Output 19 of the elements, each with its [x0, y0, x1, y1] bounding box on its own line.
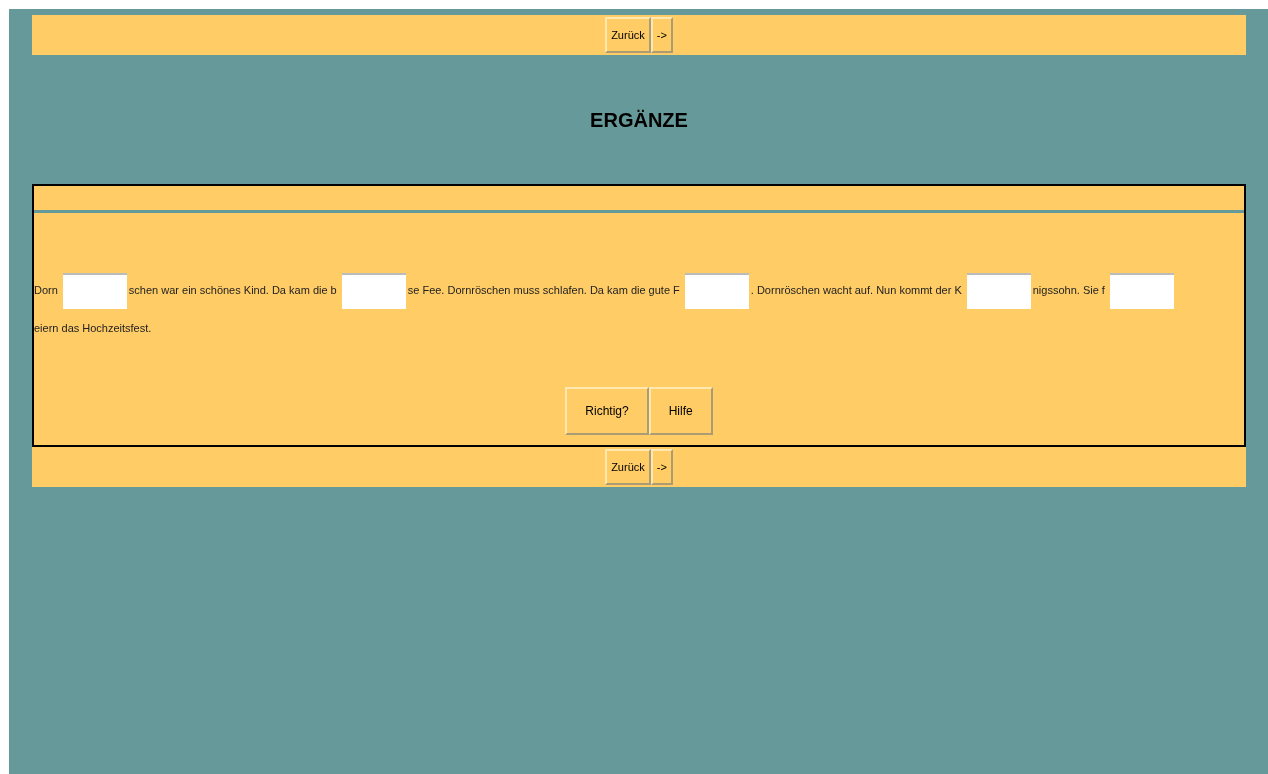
- fill-in-field[interactable]: [966, 273, 1031, 310]
- fill-in-field[interactable]: [62, 273, 127, 310]
- nav-button[interactable]: Zurück: [605, 449, 651, 486]
- action-button[interactable]: Richtig?: [565, 387, 649, 436]
- cloze-text: Dorn: [34, 284, 58, 296]
- nav-button[interactable]: ->: [650, 17, 673, 53]
- cloze-text: schen war ein schönes Kind. Da kam die b: [128, 284, 337, 296]
- cloze-text: . Dornröschen wacht auf. Nun kommt der K: [750, 284, 962, 296]
- page-title: ERGÄNZE: [589, 109, 689, 132]
- action-button[interactable]: Hilfe: [648, 387, 713, 436]
- cloze-text: nigssohn. Sie f: [1032, 284, 1105, 296]
- fill-in-field[interactable]: [341, 273, 406, 310]
- nav-button[interactable]: Zurück: [605, 17, 651, 53]
- fill-in-field[interactable]: [684, 273, 749, 310]
- cloze-text: se Fee. Dornröschen muss schlafen. Da kam die gute F: [407, 284, 680, 296]
- cloze-text: Hochzeitsfest.: [82, 322, 152, 335]
- nav-button[interactable]: ->: [650, 449, 673, 486]
- fill-in-field[interactable]: [1109, 273, 1174, 310]
- cloze-text: eiern das: [34, 322, 80, 335]
